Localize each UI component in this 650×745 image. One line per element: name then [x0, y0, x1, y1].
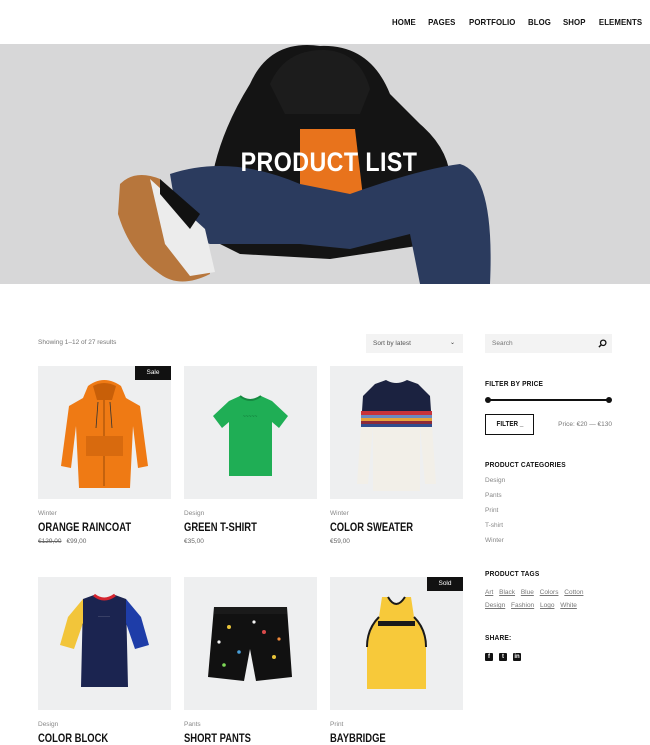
svg-text:~~~~~: ~~~~~ [243, 414, 258, 420]
tag-logo[interactable]: Logo [540, 599, 554, 612]
product-category[interactable]: Design [38, 721, 171, 728]
price-slider-max-handle[interactable] [606, 397, 612, 403]
short-pants-image [208, 607, 292, 681]
share-heading: SHARE: [485, 633, 512, 642]
sale-badge: Sale [135, 366, 171, 380]
tag-design[interactable]: Design [485, 599, 505, 612]
product-title[interactable]: BAYBRIDGE [330, 733, 439, 745]
product-card[interactable]: ———— Design COLOR BLOCK [38, 577, 171, 745]
nav-pages[interactable]: PAGES [428, 17, 455, 27]
search-icon[interactable] [598, 339, 607, 348]
product-image[interactable] [184, 577, 317, 710]
product-category[interactable]: Print [330, 721, 463, 728]
old-price: €129,00 [38, 538, 62, 545]
tag-fashion[interactable]: Fashion [511, 599, 534, 612]
product-price: €129,00 €99,00 [38, 538, 171, 545]
hero-banner: PRODUCT LIST [0, 44, 650, 284]
color-block-image: ———— [60, 593, 149, 687]
category-link-winter[interactable]: Winter [485, 537, 505, 552]
product-category[interactable]: Pants [184, 721, 317, 728]
product-image[interactable]: Sold [330, 577, 463, 710]
current-price: €35,00 [184, 538, 204, 545]
tag-blue[interactable]: Blue [521, 586, 534, 599]
product-categories-heading: PRODUCT CATEGORIES [485, 460, 566, 469]
product-title[interactable]: GREEN T-SHIRT [184, 522, 293, 534]
product-card[interactable]: Pants SHORT PANTS [184, 577, 317, 745]
nav-portfolio[interactable]: PORTFOLIO [469, 17, 515, 27]
svg-text:————: ———— [98, 614, 110, 618]
product-card[interactable]: ~~~~~ Design GREEN T-SHIRT €35,00 [184, 366, 317, 545]
twitter-icon[interactable]: t [499, 653, 507, 661]
search-input[interactable] [485, 334, 595, 353]
color-sweater-image [357, 380, 436, 491]
product-price: €35,00 [184, 538, 317, 545]
product-card[interactable]: Sale Winter ORANGE RAINCOAT €129,00 €99,0… [38, 366, 171, 545]
nav-home[interactable]: HOME [392, 17, 416, 27]
sort-select[interactable]: Sort by latest ⌄ [366, 334, 463, 353]
sort-select-value: Sort by latest [373, 340, 411, 347]
price-slider-track [487, 399, 610, 401]
filter-button-label: FILTER _ [496, 420, 523, 428]
search-box [485, 334, 612, 353]
price-range: Price: €20 — €130 [558, 421, 612, 428]
current-price: €59,00 [330, 538, 350, 545]
nav-blog[interactable]: BLOG [528, 17, 551, 27]
tag-white[interactable]: White [560, 599, 577, 612]
price-slider-min-handle[interactable] [485, 397, 491, 403]
product-tags-heading: PRODUCT TAGS [485, 569, 540, 578]
product-title[interactable]: COLOR SWEATER [330, 522, 439, 534]
category-link-pants[interactable]: Pants [485, 492, 505, 507]
nav-elements[interactable]: ELEMENTS [599, 17, 642, 27]
product-price: €59,00 [330, 538, 463, 545]
baybridge-tank-image [366, 596, 427, 689]
filter-by-price-heading: FILTER BY PRICE [485, 379, 544, 388]
tag-art[interactable]: Art [485, 586, 493, 599]
sold-badge: Sold [427, 577, 463, 591]
category-link-print[interactable]: Print [485, 507, 505, 522]
linkedin-icon[interactable]: in [513, 653, 521, 661]
product-title[interactable]: SHORT PANTS [184, 733, 293, 745]
category-link-tshirt[interactable]: T-shirt [485, 522, 505, 537]
page-title: PRODUCT LIST [240, 147, 418, 177]
product-image[interactable]: ———— [38, 577, 171, 710]
chevron-down-icon: ⌄ [449, 340, 455, 346]
site-header: HOME PAGES PORTFOLIO BLOG SHOP ELEMENTS [0, 0, 650, 44]
nav-shop[interactable]: SHOP [563, 17, 586, 27]
green-tshirt-image: ~~~~~ [213, 395, 288, 476]
current-price: €99,00 [66, 538, 87, 545]
product-category[interactable]: Design [184, 510, 317, 517]
product-category[interactable]: Winter [330, 510, 463, 517]
product-card[interactable]: Winter COLOR SWEATER €59,00 [330, 366, 463, 545]
product-title[interactable]: COLOR BLOCK [38, 733, 147, 745]
category-link-design[interactable]: Design [485, 477, 505, 492]
share-icons: f t in [485, 653, 521, 661]
tag-cotton[interactable]: Cotton [564, 586, 583, 599]
product-image[interactable] [330, 366, 463, 499]
product-image[interactable]: ~~~~~ [184, 366, 317, 499]
price-slider [485, 397, 612, 403]
orange-raincoat-image [61, 380, 148, 488]
filter-button[interactable]: FILTER _ [485, 414, 534, 435]
category-list: Design Pants Print T-shirt Winter [485, 477, 505, 552]
product-category[interactable]: Winter [38, 510, 171, 517]
product-card[interactable]: Sold Print BAYBRIDGE [330, 577, 463, 745]
product-image[interactable]: Sale [38, 366, 171, 499]
result-count: Showing 1–12 of 27 results [38, 339, 117, 346]
product-title[interactable]: ORANGE RAINCOAT [38, 522, 147, 534]
tag-colors[interactable]: Colors [540, 586, 559, 599]
main-nav: HOME PAGES PORTFOLIO BLOG SHOP ELEMENTS [381, 17, 644, 27]
facebook-icon[interactable]: f [485, 653, 493, 661]
tag-black[interactable]: Black [499, 586, 515, 599]
tag-cloud: Art Black Blue Colors Cotton Design Fash… [485, 586, 612, 612]
